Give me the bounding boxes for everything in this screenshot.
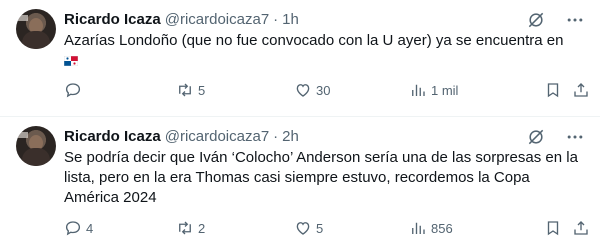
separator-dot: ·	[273, 10, 279, 28]
tweet-text: Azarías Londoño (que no fue convocado co…	[64, 31, 588, 71]
grok-icon[interactable]	[526, 10, 546, 30]
repost-button[interactable]: 2	[176, 218, 205, 238]
tweet-actions: 5 30 1 mil	[64, 80, 588, 100]
tweet-time[interactable]: 2h	[282, 128, 299, 145]
share-icon	[574, 83, 588, 97]
avatar[interactable]	[16, 126, 56, 166]
tweet-text: Se podría decir que Iván ‘Colocho’ Ander…	[64, 149, 578, 206]
author-name[interactable]: Ricardo Icaza	[64, 128, 161, 145]
grok-icon[interactable]	[526, 127, 546, 147]
views-button[interactable]: 1 mil	[409, 80, 458, 100]
like-button[interactable]: 30	[294, 80, 330, 100]
views-button[interactable]: 856	[409, 218, 453, 238]
bookmark-icon	[547, 221, 559, 236]
views-count: 1 mil	[431, 82, 459, 98]
author-handle[interactable]: @ricardoicaza7	[165, 128, 269, 145]
reply-count: 4	[86, 220, 94, 236]
timeline: Ricardo Icaza @ricardoicaza7 · 1h Azaría…	[0, 0, 600, 252]
avatar-badge	[18, 132, 28, 138]
repost-count: 5	[198, 82, 206, 98]
bookmark-button[interactable]	[544, 218, 562, 238]
avatar-shirt	[22, 31, 50, 49]
tweet-header: Ricardo Icaza @ricardoicaza7 · 1h	[64, 9, 299, 29]
repost-count: 2	[198, 220, 206, 236]
reply-icon	[65, 83, 81, 98]
views-icon	[412, 222, 425, 234]
bookmark-icon	[547, 83, 559, 98]
tweet[interactable]: Ricardo Icaza @ricardoicaza7 · 1h Azaría…	[0, 0, 600, 116]
avatar-badge	[18, 15, 28, 21]
avatar[interactable]	[16, 9, 56, 49]
avatar-shirt	[22, 148, 50, 166]
views-icon	[412, 84, 425, 96]
tweet-text-content: Azarías Londoño (que no fue convocado co…	[64, 32, 564, 49]
share-icon	[574, 221, 588, 235]
tweet-header: Ricardo Icaza @ricardoicaza7 · 2h	[64, 126, 299, 146]
like-count: 5	[316, 220, 324, 236]
reply-button[interactable]	[64, 80, 86, 100]
author-handle[interactable]: @ricardoicaza7	[165, 11, 269, 28]
like-count: 30	[316, 82, 331, 98]
share-button[interactable]	[572, 218, 590, 238]
author-name[interactable]: Ricardo Icaza	[64, 11, 161, 28]
bookmark-button[interactable]	[544, 80, 562, 100]
heart-icon	[296, 84, 310, 97]
views-count: 856	[431, 220, 453, 236]
like-button[interactable]: 5	[294, 218, 323, 238]
tweet-actions: 4 2 5 856	[64, 218, 588, 238]
panama-flag-icon	[64, 56, 78, 66]
repost-icon	[179, 221, 191, 235]
repost-button[interactable]: 5	[176, 80, 205, 100]
tweet[interactable]: Ricardo Icaza @ricardoicaza7 · 2h Se pod…	[0, 117, 600, 252]
tweet-time[interactable]: 1h	[282, 11, 299, 28]
heart-icon	[296, 222, 310, 235]
reply-icon	[65, 221, 81, 236]
more-icon[interactable]	[565, 127, 585, 147]
reply-button[interactable]: 4	[64, 218, 93, 238]
share-button[interactable]	[572, 80, 590, 100]
separator-dot: ·	[273, 127, 279, 145]
more-icon[interactable]	[565, 10, 585, 30]
repost-icon	[179, 83, 191, 97]
